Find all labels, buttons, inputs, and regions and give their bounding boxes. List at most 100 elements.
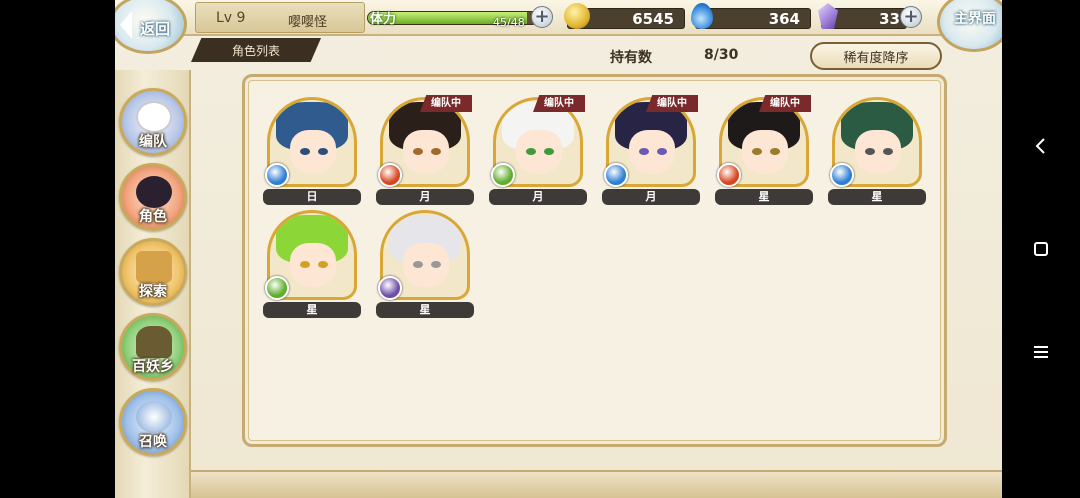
character-eye <box>431 148 441 155</box>
side-item-character[interactable]: 角色 <box>119 163 187 231</box>
character-eye <box>300 148 310 155</box>
system-nav-bar <box>1002 0 1080 498</box>
character-face <box>290 243 336 287</box>
element-wind-icon <box>265 276 289 300</box>
gold-value: 6545 <box>632 10 674 28</box>
player-level: Lv 9 <box>216 10 246 26</box>
element-fire-icon <box>717 163 741 187</box>
character-card[interactable]: 编队中星 <box>715 95 815 207</box>
side-item-label: 编队 <box>139 134 167 150</box>
character-face <box>855 130 901 174</box>
character-face <box>290 130 336 174</box>
character-card[interactable]: 日 <box>263 95 363 207</box>
ghost-icon <box>136 101 172 133</box>
side-menu: 编队 角色 探索 百妖乡 召唤 <box>115 70 191 498</box>
character-eye <box>431 261 441 268</box>
home-label: 主界面 <box>954 11 996 27</box>
crystal-value: 33 <box>879 10 900 28</box>
character-rank: 日 <box>263 189 361 205</box>
character-rank: 星 <box>715 189 813 205</box>
character-rank: 星 <box>828 189 926 205</box>
held-count-value: 8/30 <box>704 47 739 63</box>
character-face <box>403 243 449 287</box>
nav-menu-icon[interactable] <box>1029 340 1053 364</box>
character-card[interactable]: 编队中月 <box>602 95 702 207</box>
scroll-icon <box>136 251 172 283</box>
character-rank: 星 <box>263 302 361 318</box>
village-icon <box>136 326 172 358</box>
character-eye <box>770 148 780 155</box>
character-icon <box>136 176 172 208</box>
character-eye <box>544 148 554 155</box>
character-rank: 星 <box>376 302 474 318</box>
character-card[interactable]: 星 <box>263 208 363 320</box>
character-face <box>629 130 675 174</box>
character-eye <box>318 261 328 268</box>
game-screen: Lv 9 嘤嘤怪 体力 45/48 + 6545 364 33 + 返回 主界面 <box>115 0 1002 498</box>
element-fire-icon <box>378 163 402 187</box>
character-eye <box>300 261 310 268</box>
side-item-explore[interactable]: 探索 <box>119 238 187 306</box>
character-eye <box>413 261 423 268</box>
player-info[interactable]: Lv 9 嘤嘤怪 <box>195 2 365 33</box>
add-stamina-button[interactable]: + <box>531 6 553 28</box>
tab-label: 角色列表 <box>231 43 280 58</box>
character-rank: 月 <box>489 189 587 205</box>
character-face <box>403 130 449 174</box>
character-eye <box>526 148 536 155</box>
side-item-summon[interactable]: 召唤 <box>119 388 187 456</box>
side-item-label: 角色 <box>139 209 167 225</box>
character-eye <box>657 148 667 155</box>
side-item-label: 召唤 <box>139 434 167 450</box>
player-name: 嘤嘤怪 <box>288 15 328 30</box>
soul-flame-icon <box>691 3 713 29</box>
character-face <box>742 130 788 174</box>
back-label: 返回 <box>139 19 170 38</box>
held-count-label: 持有数 <box>610 50 652 66</box>
add-crystal-button[interactable]: + <box>900 6 922 28</box>
bottom-ornament <box>191 470 1002 498</box>
stamina-bar: 体力 45/48 <box>367 4 555 32</box>
character-card[interactable]: 编队中月 <box>489 95 589 207</box>
summon-icon <box>136 401 172 433</box>
side-item-label: 探索 <box>139 284 167 300</box>
character-face <box>516 130 562 174</box>
element-water-icon <box>830 163 854 187</box>
sort-label: 稀有度降序 <box>843 50 909 66</box>
element-water-icon <box>604 163 628 187</box>
character-eye <box>883 148 893 155</box>
character-eye <box>639 148 649 155</box>
sort-rarity-button[interactable]: 稀有度降序 <box>810 42 942 70</box>
side-item-label: 百妖乡 <box>132 359 174 375</box>
gold-coin-icon <box>564 3 590 29</box>
top-bar: Lv 9 嘤嘤怪 体力 45/48 + 6545 364 33 + <box>115 0 1002 36</box>
stamina-label: 体力 <box>370 12 397 27</box>
character-card[interactable]: 编队中月 <box>376 95 476 207</box>
character-list-panel: 日编队中月编队中月编队中月编队中星星星星 <box>242 74 947 447</box>
back-arrow-icon <box>120 11 132 39</box>
tab-character-list[interactable]: 角色列表 <box>191 38 321 62</box>
side-item-formation[interactable]: 编队 <box>119 88 187 156</box>
back-button[interactable]: 返回 <box>115 0 187 54</box>
nav-back-icon[interactable] <box>1029 134 1053 158</box>
in-formation-tag: 编队中 <box>420 95 472 112</box>
character-eye <box>752 148 762 155</box>
character-rank: 月 <box>602 189 700 205</box>
character-eye <box>318 148 328 155</box>
home-button[interactable]: 主界面 <box>937 0 1002 52</box>
in-formation-tag: 编队中 <box>646 95 698 112</box>
nav-home-icon[interactable] <box>1029 237 1053 261</box>
soul-value: 364 <box>768 10 800 28</box>
stamina-value: 45/48 <box>493 16 525 29</box>
in-formation-tag: 编队中 <box>533 95 585 112</box>
character-rank: 月 <box>376 189 474 205</box>
character-eye <box>865 148 875 155</box>
element-dark-icon <box>378 276 402 300</box>
character-card[interactable]: 星 <box>828 95 928 207</box>
side-item-village[interactable]: 百妖乡 <box>119 313 187 381</box>
character-card[interactable]: 星 <box>376 208 476 320</box>
character-eye <box>413 148 423 155</box>
element-water-icon <box>265 163 289 187</box>
in-formation-tag: 编队中 <box>759 95 811 112</box>
element-wind-icon <box>491 163 515 187</box>
